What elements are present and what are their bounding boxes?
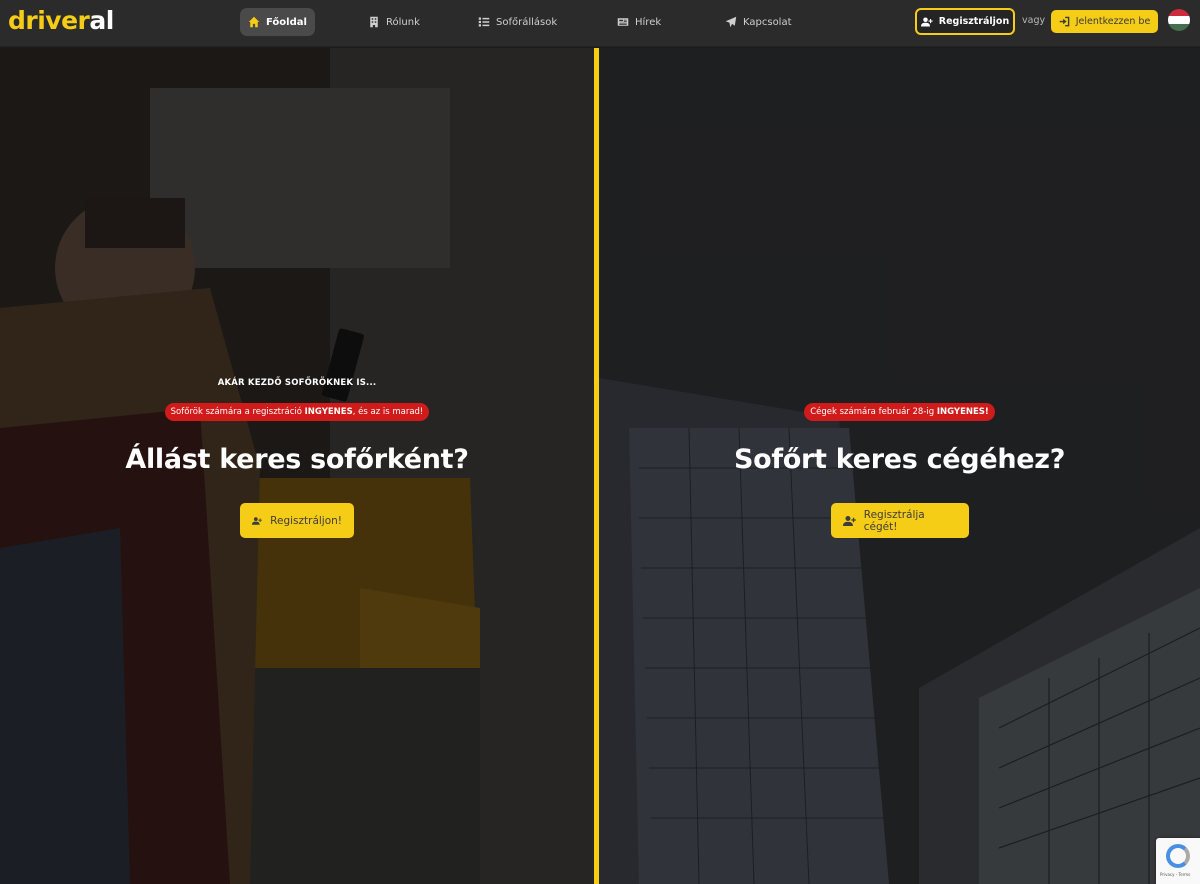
brand-logo[interactable]: driveral bbox=[8, 6, 114, 35]
building-icon bbox=[370, 16, 378, 28]
eyebrow-text: AKÁR KEZDŐ SOFŐRÖKNEK IS... bbox=[217, 378, 377, 388]
login-button-label: Jelentkezzen be bbox=[1075, 16, 1151, 27]
recaptcha-text: Privacy - Terms bbox=[1160, 872, 1191, 877]
nav-item-label: Kapcsolat bbox=[743, 16, 792, 28]
company-register-button[interactable]: Regisztrálja cégét! bbox=[830, 503, 969, 538]
pill-text: Cégek számára február 28-ig bbox=[810, 407, 937, 417]
login-button[interactable]: Jelentkezzen be bbox=[1051, 10, 1158, 33]
cta-row: Regisztráljon! bbox=[0, 503, 594, 538]
company-heading: Sofőrt keres cégéhez? bbox=[733, 444, 1066, 475]
nav-item-about[interactable]: Rólunk bbox=[360, 8, 428, 36]
hungary-flag-icon[interactable] bbox=[1168, 9, 1190, 31]
list-icon bbox=[478, 17, 490, 27]
paper-plane-icon bbox=[725, 16, 737, 28]
free-pill-row: Cégek számára február 28-ig INGYENES! bbox=[599, 403, 1200, 421]
heading-row: Sofőrt keres cégéhez? bbox=[599, 444, 1200, 475]
pill-bold-text: INGYENES! bbox=[936, 407, 989, 417]
cta-row: Regisztrálja cégét! bbox=[599, 503, 1200, 538]
nav-item-news[interactable]: Hírek bbox=[609, 8, 669, 36]
nav-item-label: Hírek bbox=[635, 16, 662, 28]
nav-item-label: Sofőrállások bbox=[496, 16, 558, 28]
company-free-pill: Cégek számára február 28-ig INGYENES! bbox=[804, 403, 995, 421]
user-plus-icon bbox=[920, 17, 933, 26]
driver-heading: Állást keres sofőrként? bbox=[125, 444, 469, 475]
nav-item-label: Rólunk bbox=[386, 16, 420, 28]
nav-item-label: Főoldal bbox=[266, 16, 307, 28]
sign-in-icon bbox=[1059, 16, 1069, 27]
free-registration-pill: Sofőrök számára a regisztráció INGYENES,… bbox=[164, 403, 430, 421]
company-register-label: Regisztrálja cégét! bbox=[863, 508, 925, 533]
eyebrow-row: AKÁR KEZDŐ SOFŐRÖKNEK IS... bbox=[0, 378, 594, 388]
company-hero-panel: Cégek számára február 28-ig INGYENES! So… bbox=[599, 48, 1200, 884]
driver-register-button[interactable]: Regisztráljon! bbox=[240, 503, 354, 538]
nav-item-contact[interactable]: Kapcsolat bbox=[717, 8, 800, 36]
pill-bold-text: INGYENES bbox=[304, 407, 353, 417]
driver-register-label: Regisztráljon! bbox=[270, 514, 342, 527]
brand-part2: al bbox=[89, 6, 114, 35]
free-pill-row: Sofőrök számára a regisztráció INGYENES,… bbox=[0, 403, 594, 421]
or-separator-text: vagy bbox=[1022, 15, 1046, 26]
pill-text-end: , és az is marad! bbox=[352, 407, 424, 417]
register-button-label: Regisztráljon bbox=[938, 16, 1010, 27]
driver-hero-panel: AKÁR KEZDŐ SOFŐRÖKNEK IS... Sofőrök szám… bbox=[0, 48, 594, 884]
top-navbar: driveral Főoldal Rólunk Sofőrállások Hír… bbox=[0, 0, 1200, 47]
newspaper-icon bbox=[617, 18, 629, 26]
recaptcha-icon bbox=[1166, 844, 1190, 868]
register-button[interactable]: Regisztráljon bbox=[915, 8, 1015, 35]
heading-row: Állást keres sofőrként? bbox=[0, 444, 594, 475]
nav-item-home[interactable]: Főoldal bbox=[240, 8, 315, 36]
nav-item-jobs[interactable]: Sofőrállások bbox=[470, 8, 565, 36]
brand-part1: driver bbox=[8, 6, 90, 35]
pill-text: Sofőrök számára a regisztráció bbox=[170, 407, 305, 417]
recaptcha-badge[interactable]: Privacy - Terms bbox=[1156, 838, 1200, 884]
user-plus-icon bbox=[252, 516, 262, 525]
home-icon bbox=[248, 16, 260, 28]
user-plus-icon bbox=[842, 515, 856, 526]
